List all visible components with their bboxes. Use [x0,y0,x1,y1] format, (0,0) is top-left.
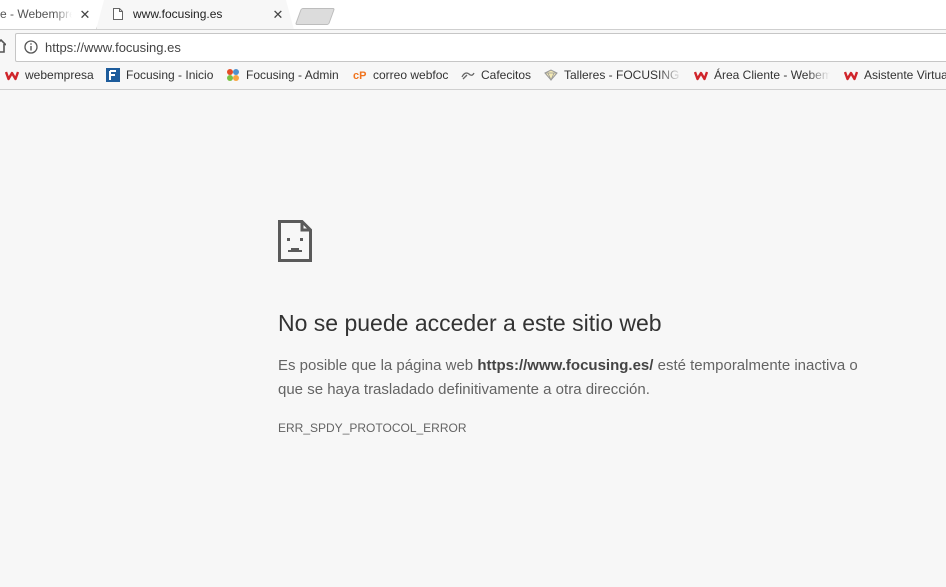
bookmark-label: Área Cliente - Webem [714,68,830,82]
error-description: Es posible que la página web https://www… [278,354,878,402]
tab-focusing[interactable]: www.focusing.es ✕ [96,0,294,30]
error-code: ERR_SPDY_PROTOCOL_ERROR [278,421,467,435]
bookmark-label: webempresa [25,68,94,82]
cafecitos-icon [461,72,475,80]
error-title: No se puede acceder a este sitio web [278,310,662,336]
svg-text:cP: cP [353,70,366,82]
bookmark-label: correo webfoc [373,68,449,82]
webempresa-icon [694,71,708,81]
bookmark-label: Asistente Virtual [864,68,946,82]
bookmark-label: Cafecitos [481,68,532,82]
bookmarks-bar: webempresa Focusing - Inicio Focusing - … [0,63,946,90]
new-tab-button[interactable] [294,8,336,25]
address-bar[interactable]: https://www.focusing.es [15,33,946,62]
close-icon[interactable]: ✕ [78,0,92,29]
bookmark-label: Focusing - Inicio [126,68,214,82]
page-icon [113,8,123,20]
error-url: https://www.focusing.es/ [477,357,654,374]
tab-webempresa[interactable]: e - Webempresa ✕ [0,0,100,29]
tab-strip: e - Webempresa ✕ www.focusing.es ✕ [0,0,946,30]
close-icon[interactable]: ✕ [271,0,285,29]
toolbar: https://www.focusing.es [0,30,946,63]
bookmark-label: Focusing - Admin [246,68,339,82]
tab-title: e - Webempresa [0,7,72,21]
joomla-icon [227,69,239,81]
webempresa-icon [844,71,858,81]
sad-page-icon [278,220,312,262]
home-icon[interactable] [0,39,6,53]
talleres-icon [544,69,558,82]
error-description-prefix: Es posible que la página web [278,357,478,374]
bookmark-label: Talleres - FOCUSING E [564,68,682,82]
tab-title: www.focusing.es [133,7,223,21]
url-text[interactable]: https://www.focusing.es [45,34,181,61]
webempresa-icon [5,71,19,81]
focusing-icon [106,68,120,82]
cpanel-icon: cP [353,70,366,82]
info-icon[interactable] [24,40,38,54]
